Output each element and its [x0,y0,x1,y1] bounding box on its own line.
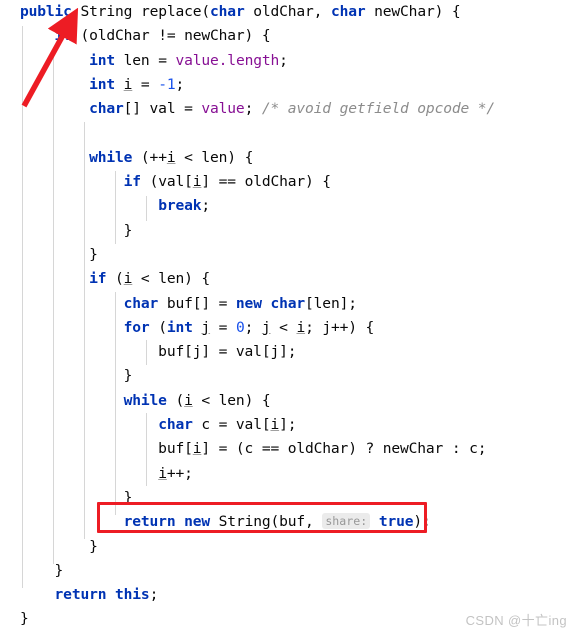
code-line-7[interactable]: while (++i < len) { [0,146,575,170]
code-line-21[interactable]: } [0,486,575,510]
code-line-20[interactable]: i++; [0,462,575,486]
code-line-16[interactable]: } [0,364,575,388]
code-line-4[interactable]: int i = -1; [0,73,575,97]
watermark-text: CSDN @十亡ing [465,613,567,628]
code-line-6-blank[interactable] [0,121,575,145]
code-line-14[interactable]: for (int j = 0; j < i; j++) { [0,316,575,340]
code-line-3[interactable]: int len = value.length; [0,49,575,73]
code-line-2[interactable]: if (oldChar != newChar) { [0,24,575,48]
code-line-19[interactable]: buf[i] = (c == oldChar) ? newChar : c; [0,437,575,461]
code-line-11[interactable]: } [0,243,575,267]
code-line-17[interactable]: while (i < len) { [0,389,575,413]
code-content[interactable]: public String replace(char oldChar, char… [0,0,575,632]
code-line-5[interactable]: char[] val = value; /* avoid getfield op… [0,97,575,121]
code-line-15[interactable]: buf[j] = val[j]; [0,340,575,364]
code-line-22[interactable]: return new String(buf, share: true); [0,510,575,534]
code-line-23[interactable]: } [0,535,575,559]
code-line-13[interactable]: char buf[] = new char[len]; [0,292,575,316]
code-line-9[interactable]: break; [0,194,575,218]
code-line-18[interactable]: char c = val[i]; [0,413,575,437]
code-editor-screenshot: public String replace(char oldChar, char… [0,0,575,637]
code-line-10[interactable]: } [0,219,575,243]
code-line-25[interactable]: return this; [0,583,575,607]
code-line-8[interactable]: if (val[i] == oldChar) { [0,170,575,194]
code-line-24[interactable]: } [0,559,575,583]
code-line-12[interactable]: if (i < len) { [0,267,575,291]
code-line-1[interactable]: public String replace(char oldChar, char… [0,0,575,24]
inlay-hint-share[interactable]: share: [322,513,371,530]
